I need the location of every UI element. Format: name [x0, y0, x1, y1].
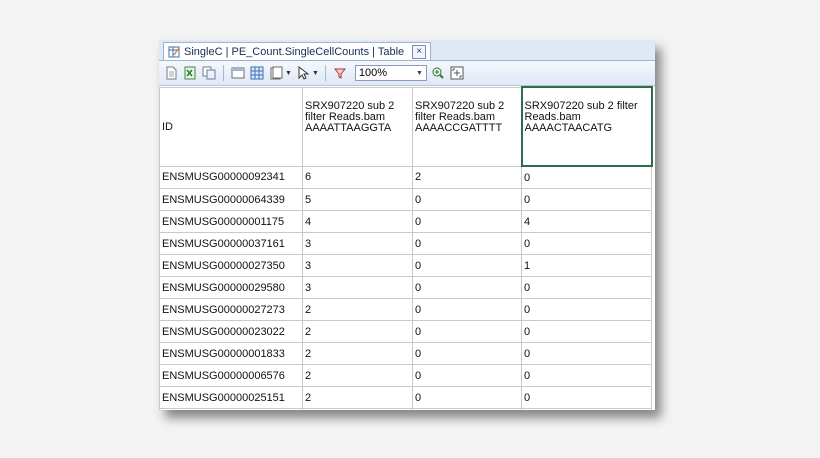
- table-window: SingleC | PE_Count.SingleCellCounts | Ta…: [159, 40, 655, 410]
- page-layout-icon[interactable]: [268, 65, 284, 81]
- close-icon[interactable]: ×: [412, 44, 427, 59]
- count-cell[interactable]: 3: [302, 276, 413, 299]
- column-header-line: SRX907220 sub 2: [305, 99, 395, 112]
- clear-filter-icon[interactable]: [332, 65, 348, 81]
- chevron-down-icon: ▼: [415, 69, 423, 77]
- count-cell[interactable]: 1: [521, 254, 652, 277]
- new-document-icon[interactable]: [163, 65, 179, 81]
- count-cell[interactable]: 0: [521, 320, 652, 343]
- table-row[interactable]: ENSMUSG00000025151 2 0 0: [159, 386, 652, 409]
- count-cell[interactable]: 0: [521, 276, 652, 299]
- count-cell[interactable]: 0: [521, 386, 652, 409]
- gene-id-cell[interactable]: ENSMUSG0000008: [159, 408, 303, 410]
- gene-id-cell[interactable]: ENSMUSG00000092341: [159, 165, 303, 189]
- table-row[interactable]: ENSMUSG00000027350 3 0 1: [159, 254, 652, 277]
- gene-id-cell[interactable]: ENSMUSG00000006576: [159, 364, 303, 387]
- gene-id-cell[interactable]: ENSMUSG00000037161: [159, 232, 303, 255]
- copy-table-icon[interactable]: [201, 65, 217, 81]
- count-cell[interactable]: 0: [521, 364, 652, 387]
- count-cell[interactable]: [521, 408, 652, 410]
- count-cell[interactable]: 0: [521, 342, 652, 365]
- zoom-select[interactable]: 100% ▼: [354, 65, 427, 81]
- gene-id-cell[interactable]: ENSMUSG00000023022: [159, 320, 303, 343]
- count-cell[interactable]: 0: [412, 254, 522, 277]
- pointer-icon[interactable]: [295, 65, 311, 81]
- column-header-line: AAAACCGATTTT: [415, 121, 503, 134]
- count-cell[interactable]: 2: [302, 342, 413, 365]
- count-cell[interactable]: 0: [521, 232, 652, 255]
- chevron-down-icon[interactable]: ▼: [312, 70, 319, 77]
- count-cell[interactable]: 0: [412, 210, 522, 233]
- count-cell[interactable]: 0: [412, 188, 522, 211]
- count-cell[interactable]: 2: [302, 298, 413, 321]
- table-row[interactable]: ENSMUSG00000006576 2 0 0: [159, 364, 652, 387]
- gene-id-cell[interactable]: ENSMUSG00000064339: [159, 188, 303, 211]
- count-cell[interactable]: 3: [302, 232, 413, 255]
- chevron-down-icon[interactable]: ▼: [285, 70, 292, 77]
- gene-id-cell[interactable]: ENSMUSG00000027273: [159, 298, 303, 321]
- column-header-line: SRX907220 sub 2: [415, 99, 505, 112]
- fit-to-window-icon[interactable]: [449, 65, 465, 81]
- column-header-line: filter Reads.bam: [415, 110, 496, 123]
- table-row[interactable]: ENSMUSG00000037161 3 0 0: [159, 232, 652, 255]
- toolbar-separator: [223, 65, 224, 81]
- table-row[interactable]: ENSMUSG00000092341 6 2 0: [159, 165, 652, 189]
- window-icon[interactable]: [230, 65, 246, 81]
- count-cell[interactable]: 0: [412, 386, 522, 409]
- table-row[interactable]: ENSMUSG00000001175 4 0 4: [159, 210, 652, 233]
- tab-title: SingleC | PE_Count.SingleCellCounts | Ta…: [184, 45, 405, 58]
- column-header-selected[interactable]: SRX907220 sub 2 filter Reads.bam AAAACTA…: [520, 86, 653, 167]
- zoom-value: 100%: [358, 67, 388, 79]
- count-cell[interactable]: 0: [412, 320, 522, 343]
- tab-strip: SingleC | PE_Count.SingleCellCounts | Ta…: [159, 40, 655, 61]
- count-cell[interactable]: 0: [412, 232, 522, 255]
- table-row[interactable]: ENSMUSG0000008 0: [159, 408, 652, 410]
- zoom-in-icon[interactable]: [430, 65, 446, 81]
- gene-id-cell[interactable]: ENSMUSG00000001833: [159, 342, 303, 365]
- count-cell[interactable]: 0: [412, 342, 522, 365]
- count-cell[interactable]: 2: [302, 386, 413, 409]
- table-row[interactable]: ENSMUSG00000023022 2 0 0: [159, 320, 652, 343]
- count-cell[interactable]: 0: [521, 188, 652, 211]
- gene-id-cell[interactable]: ENSMUSG00000001175: [159, 210, 303, 233]
- count-cell[interactable]: 0: [412, 276, 522, 299]
- tab-singlec-table[interactable]: SingleC | PE_Count.SingleCellCounts | Ta…: [163, 42, 432, 60]
- table-row[interactable]: ENSMUSG00000027273 2 0 0: [159, 298, 652, 321]
- count-cell[interactable]: 2: [302, 364, 413, 387]
- count-cell[interactable]: 0: [412, 298, 522, 321]
- gene-id-cell[interactable]: ENSMUSG00000029580: [159, 276, 303, 299]
- count-cell[interactable]: 0: [412, 408, 522, 410]
- toolbar: ▼ ▼ 100% ▼: [159, 61, 655, 86]
- grid-view-icon[interactable]: [249, 65, 265, 81]
- count-cell[interactable]: 5: [302, 188, 413, 211]
- counts-table: ID SRX907220 sub 2 filter Reads.bam AAAA…: [159, 86, 653, 410]
- count-cell[interactable]: 4: [521, 210, 652, 233]
- count-cell[interactable]: 4: [302, 210, 413, 233]
- count-cell[interactable]: [302, 408, 413, 410]
- table-row[interactable]: ENSMUSG00000001833 2 0 0: [159, 342, 652, 365]
- export-excel-icon[interactable]: [182, 65, 198, 81]
- count-cell[interactable]: 0: [521, 298, 652, 321]
- count-cell[interactable]: 2: [302, 320, 413, 343]
- toolbar-separator: [324, 65, 326, 81]
- count-cell[interactable]: 6: [302, 165, 413, 189]
- gene-id-cell[interactable]: ENSMUSG00000027350: [159, 254, 303, 277]
- count-cell[interactable]: 2: [412, 165, 522, 189]
- table-row[interactable]: ENSMUSG00000029580 3 0 0: [159, 276, 652, 299]
- id-column-header[interactable]: ID: [159, 86, 303, 167]
- table-document-icon: [168, 46, 180, 58]
- column-header[interactable]: SRX907220 sub 2 filter Reads.bam AAAACCG…: [412, 86, 522, 167]
- table-row[interactable]: ENSMUSG00000064339 5 0 0: [159, 188, 652, 211]
- column-header-line: AAAACTAACATG: [524, 122, 613, 134]
- column-header-line: filter Reads.bam: [305, 110, 386, 123]
- gene-id-cell[interactable]: ENSMUSG00000025151: [159, 386, 303, 409]
- count-cell[interactable]: 0: [412, 364, 522, 387]
- table-header-row: ID SRX907220 sub 2 filter Reads.bam AAAA…: [159, 86, 653, 167]
- count-cell[interactable]: 0: [521, 165, 652, 189]
- column-header[interactable]: SRX907220 sub 2 filter Reads.bam AAAATTA…: [302, 86, 413, 167]
- count-cell[interactable]: 3: [302, 254, 413, 277]
- column-header-line: AAAATTAAGGTA: [305, 121, 392, 134]
